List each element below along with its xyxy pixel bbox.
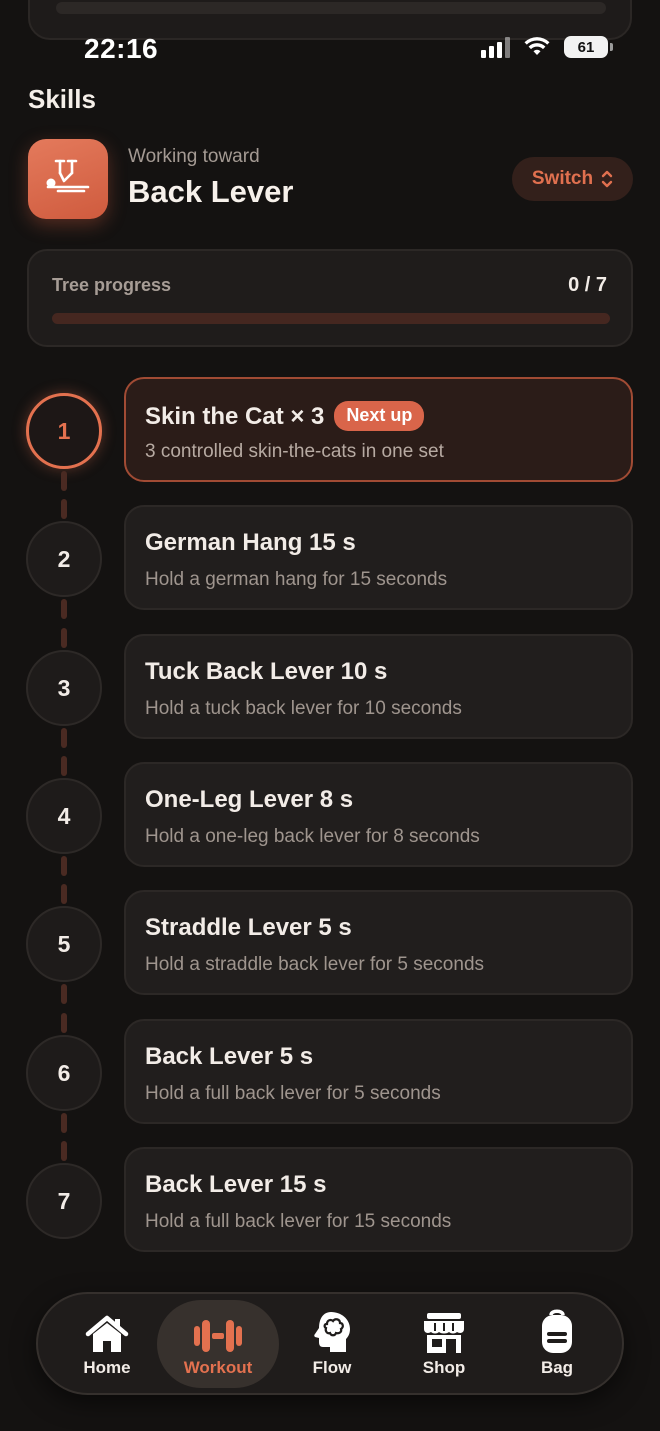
skill-step-card[interactable]: German Hang 15 s Hold a german hang for 1… (124, 505, 633, 610)
step-number-circle: 2 (26, 521, 102, 597)
skill-step-card[interactable]: One-Leg Lever 8 s Hold a one-leg back lev… (124, 762, 633, 867)
step-title-row: One-Leg Lever 8 s (145, 786, 353, 814)
battery-icon: 61 (564, 36, 613, 58)
step-title: Back Lever 5 s (145, 1043, 314, 1070)
step-title-row: Back Lever 5 s (145, 1043, 313, 1071)
step-description: Hold a full back lever for 15 seconds (145, 1211, 452, 1232)
step-connector (61, 499, 67, 519)
step-number-circle: 6 (26, 1035, 102, 1111)
step-description: Hold a full back lever for 5 seconds (145, 1083, 441, 1104)
tab-bar: Home Workout Flow Shop Bag (36, 1292, 624, 1395)
step-connector (61, 856, 67, 876)
tab-shop[interactable]: Shop (383, 1300, 505, 1388)
scrolled-card-bar (56, 2, 606, 14)
step-title: Straddle Lever 5 s (145, 914, 352, 941)
step-description: 3 controlled skin-the-cats in one set (145, 441, 444, 462)
step-number-circle: 7 (26, 1163, 102, 1239)
step-number-circle: 4 (26, 778, 102, 854)
skill-step[interactable]: 4 One-Leg Lever 8 s Hold a one-leg back le… (0, 762, 660, 890)
next-up-badge: Next up (334, 401, 425, 431)
tab-label: Workout (183, 1358, 253, 1377)
home-icon (84, 1310, 130, 1354)
goal-title: Back Lever (128, 174, 294, 209)
step-number-circle: 5 (26, 906, 102, 982)
step-title: One-Leg Lever 8 s (145, 786, 354, 813)
skill-step[interactable]: 3 Tuck Back Lever 10 s Hold a tuck back le… (0, 634, 660, 762)
brain-head-icon (311, 1310, 353, 1354)
skill-step[interactable]: 7 Back Lever 15 s Hold a full back lever f… (0, 1147, 660, 1275)
step-connector (61, 884, 67, 904)
skill-step[interactable]: 5 Straddle Lever 5 s Hold a straddle back … (0, 890, 660, 1018)
tab-label: Shop (422, 1358, 466, 1377)
step-connector (61, 756, 67, 776)
step-connector (61, 471, 67, 491)
step-title-row: German Hang 15 s (145, 529, 356, 557)
skill-step[interactable]: 1 Skin the Cat × 3 Next up 3 controlled ski… (0, 377, 660, 505)
skill-step-card[interactable]: Tuck Back Lever 10 s Hold a tuck back lev… (124, 634, 633, 739)
step-description: Hold a straddle back lever for 5 seconds (145, 954, 485, 975)
step-title-row: Back Lever 15 s (145, 1171, 326, 1199)
signal-icon (481, 36, 510, 58)
step-connector (61, 1113, 67, 1133)
wifi-icon (524, 37, 550, 55)
step-number-circle: 3 (26, 650, 102, 726)
tab-bag[interactable]: Bag (496, 1300, 618, 1388)
step-title: Tuck Back Lever 10 s (145, 658, 388, 685)
skill-step-card[interactable]: Back Lever 15 s Hold a full back lever fo… (124, 1147, 633, 1252)
step-connector (61, 628, 67, 648)
step-connector (61, 599, 67, 619)
tree-progress-card: Tree progress 0 / 7 (27, 249, 633, 347)
skill-step[interactable]: 2 German Hang 15 s Hold a german hang for … (0, 505, 660, 633)
tab-home[interactable]: Home (46, 1300, 168, 1388)
step-title-row: Tuck Back Lever 10 s (145, 658, 387, 686)
skill-step-card[interactable]: Skin the Cat × 3 Next up 3 controlled skin… (124, 377, 633, 482)
step-connector (61, 984, 67, 1004)
progress-label: Tree progress (52, 275, 172, 295)
step-description: Hold a tuck back lever for 10 seconds (145, 698, 462, 719)
switch-label: Switch (531, 168, 594, 189)
step-description: Hold a german hang for 15 seconds (145, 569, 448, 590)
skill-step-card[interactable]: Straddle Lever 5 s Hold a straddle back l… (124, 890, 633, 995)
step-connector (61, 1141, 67, 1161)
skills-screen: 22:16 61 Skills Working toward Back Leve… (0, 0, 660, 1431)
skill-step-card[interactable]: Back Lever 5 s Hold a full back lever for… (124, 1019, 633, 1124)
step-number-circle: 1 (26, 393, 102, 469)
tab-workout[interactable]: Workout (157, 1300, 279, 1388)
step-connector (61, 1013, 67, 1033)
progress-bar (52, 313, 610, 324)
status-time: 22:16 (84, 33, 159, 64)
step-title: Back Lever 15 s (145, 1171, 327, 1198)
tab-label: Bag (540, 1358, 574, 1377)
backpack-icon (539, 1309, 575, 1354)
tab-label: Home (83, 1358, 131, 1377)
step-connector (61, 728, 67, 748)
skill-step[interactable]: 6 Back Lever 5 s Hold a full back lever fo… (0, 1019, 660, 1147)
step-title-row: Straddle Lever 5 s (145, 914, 352, 942)
status-icons: 61 (481, 36, 613, 58)
store-icon (421, 1310, 467, 1354)
step-title-row: Skin the Cat × 3 Next up (145, 401, 425, 431)
step-title: German Hang 15 s (145, 529, 356, 556)
step-description: Hold a one-leg back lever for 8 seconds (145, 826, 480, 847)
tab-flow[interactable]: Flow (271, 1300, 393, 1388)
step-title: Skin the Cat × 3 (145, 403, 325, 430)
tab-label: Flow (312, 1358, 352, 1377)
chevron-up-down-icon (601, 170, 613, 188)
progress-count: 0 / 7 (568, 274, 607, 296)
page-title: Skills (28, 84, 96, 114)
back-lever-icon (28, 139, 108, 219)
dumbbell-icon (192, 1310, 244, 1354)
goal-subtitle: Working toward (128, 146, 260, 167)
switch-button[interactable]: Switch (512, 157, 633, 201)
